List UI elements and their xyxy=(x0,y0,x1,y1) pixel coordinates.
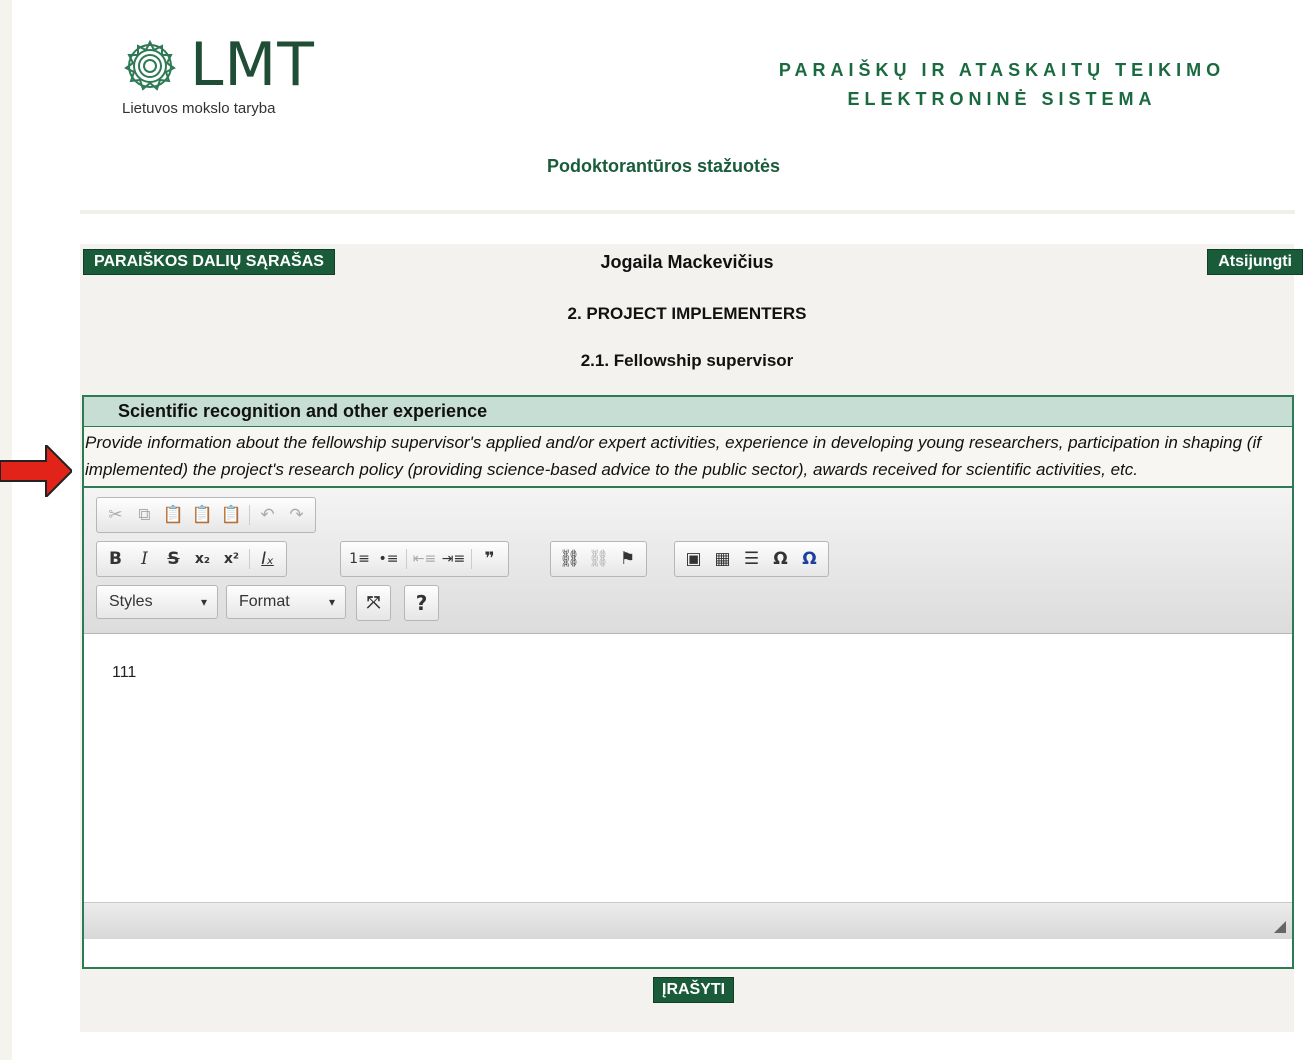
chevron-down-icon: ▾ xyxy=(328,595,335,609)
styles-select-label: Styles xyxy=(109,593,153,610)
help-icon[interactable]: ? xyxy=(407,589,436,617)
undo-icon[interactable]: ↶ xyxy=(253,501,282,529)
toolbar-separator xyxy=(471,549,472,569)
strike-icon[interactable]: S xyxy=(159,545,188,573)
system-title: PARAIŠKŲ IR ATASKAITŲ TEIKIMO ELEKTRONIN… xyxy=(712,56,1292,114)
red-arrow-icon xyxy=(0,445,72,497)
field-description: Provide information about the fellowship… xyxy=(84,427,1292,488)
paste-word-icon[interactable]: 📋 xyxy=(217,501,246,529)
section-title: 2. PROJECT IMPLEMENTERS xyxy=(567,304,807,323)
system-title-line1: PARAIŠKŲ IR ATASKAITŲ TEIKIMO xyxy=(778,60,1226,80)
logo-rosette-icon xyxy=(124,39,176,91)
field-title: Scientific recognition and other experie… xyxy=(84,397,1292,427)
tools-toolbar-group: ⤧ xyxy=(356,585,391,621)
application-panel: PARAIŠKOS DALIŲ SĄRAŠAS Jogaila Mackevič… xyxy=(80,244,1303,1032)
remove-format-icon[interactable]: Iₓ xyxy=(253,545,282,573)
paste-text-icon[interactable]: 📋 xyxy=(188,501,217,529)
toolbar-separator xyxy=(249,505,250,525)
italic-icon[interactable]: I xyxy=(130,545,159,573)
subscript-icon[interactable]: x₂ xyxy=(188,545,217,573)
help-toolbar-group: ? xyxy=(404,585,439,621)
clipboard-toolbar-group: ✂ ⧉ 📋 📋 📋 ↶ ↷ xyxy=(96,497,316,533)
user-name: Jogaila Mackevičius xyxy=(600,252,774,272)
system-title-line2: ELEKTRONINĖ SISTEMA xyxy=(847,89,1157,109)
unlink-icon[interactable]: ⛓ xyxy=(584,545,613,573)
image-icon[interactable]: ▣ xyxy=(679,545,708,573)
styles-select[interactable]: Styles ▾ xyxy=(96,585,218,619)
format-select[interactable]: Format ▾ xyxy=(226,585,346,619)
horizontal-line-icon[interactable]: ☰ xyxy=(737,545,766,573)
cut-icon[interactable]: ✂ xyxy=(101,501,130,529)
logo-text: LMT xyxy=(190,30,315,100)
header-divider xyxy=(80,210,1295,214)
editor-toolbar: ✂ ⧉ 📋 📋 📋 ↶ ↷ B I S x₂ x² Iₓ 1≡ •≡ ⇤≡ ⇥≡… xyxy=(84,488,1292,634)
special-char-icon[interactable]: Ω xyxy=(766,545,795,573)
insert-toolbar-group: ▣ ▦ ☰ Ω Ω xyxy=(674,541,829,577)
link-icon[interactable]: ⛓ xyxy=(555,545,584,573)
redo-icon[interactable]: ↷ xyxy=(282,501,311,529)
indent-icon[interactable]: ⇥≡ xyxy=(439,545,468,573)
resize-handle-icon[interactable] xyxy=(1274,921,1286,933)
program-title: Podoktorantūros stažuotės xyxy=(546,156,781,176)
logo-subtitle: Lietuvos mokslo taryba xyxy=(122,100,276,117)
bold-icon[interactable]: B xyxy=(101,545,130,573)
numbered-list-icon[interactable]: 1≡ xyxy=(345,545,374,573)
paragraph-toolbar-group: 1≡ •≡ ⇤≡ ⇥≡ ❞ xyxy=(340,541,509,577)
chevron-down-icon: ▾ xyxy=(200,595,207,609)
toolbar-separator xyxy=(249,549,250,569)
links-toolbar-group: ⛓ ⛓ ⚑ xyxy=(550,541,647,577)
superscript-icon[interactable]: x² xyxy=(217,545,246,573)
toolbar-separator xyxy=(406,549,407,569)
basic-styles-toolbar-group: B I S x₂ x² Iₓ xyxy=(96,541,287,577)
editor-bottom-bar xyxy=(84,902,1292,939)
paste-icon[interactable]: 📋 xyxy=(159,501,188,529)
bulleted-list-icon[interactable]: •≡ xyxy=(374,545,403,573)
special-char-blue-icon[interactable]: Ω xyxy=(795,545,824,573)
lmt-logo: LMT Lietuvos mokslo taryba xyxy=(122,30,322,123)
editor-text: 111 xyxy=(112,664,137,681)
subsection-title: 2.1. Fellowship supervisor xyxy=(580,351,794,370)
editor-content-area[interactable]: 111 xyxy=(84,634,1292,902)
format-select-label: Format xyxy=(239,593,290,610)
field-box: Scientific recognition and other experie… xyxy=(82,395,1294,969)
outdent-icon[interactable]: ⇤≡ xyxy=(410,545,439,573)
table-icon[interactable]: ▦ xyxy=(708,545,737,573)
copy-icon[interactable]: ⧉ xyxy=(130,501,159,529)
logout-button[interactable]: Atsijungti xyxy=(1207,249,1303,275)
save-button[interactable]: ĮRAŠYTI xyxy=(653,977,735,1003)
maximize-icon[interactable]: ⤧ xyxy=(359,589,388,617)
anchor-icon[interactable]: ⚑ xyxy=(613,545,642,573)
page: LMT Lietuvos mokslo taryba PARAIŠKŲ IR A… xyxy=(12,0,1315,1060)
blockquote-icon[interactable]: ❞ xyxy=(475,545,504,573)
